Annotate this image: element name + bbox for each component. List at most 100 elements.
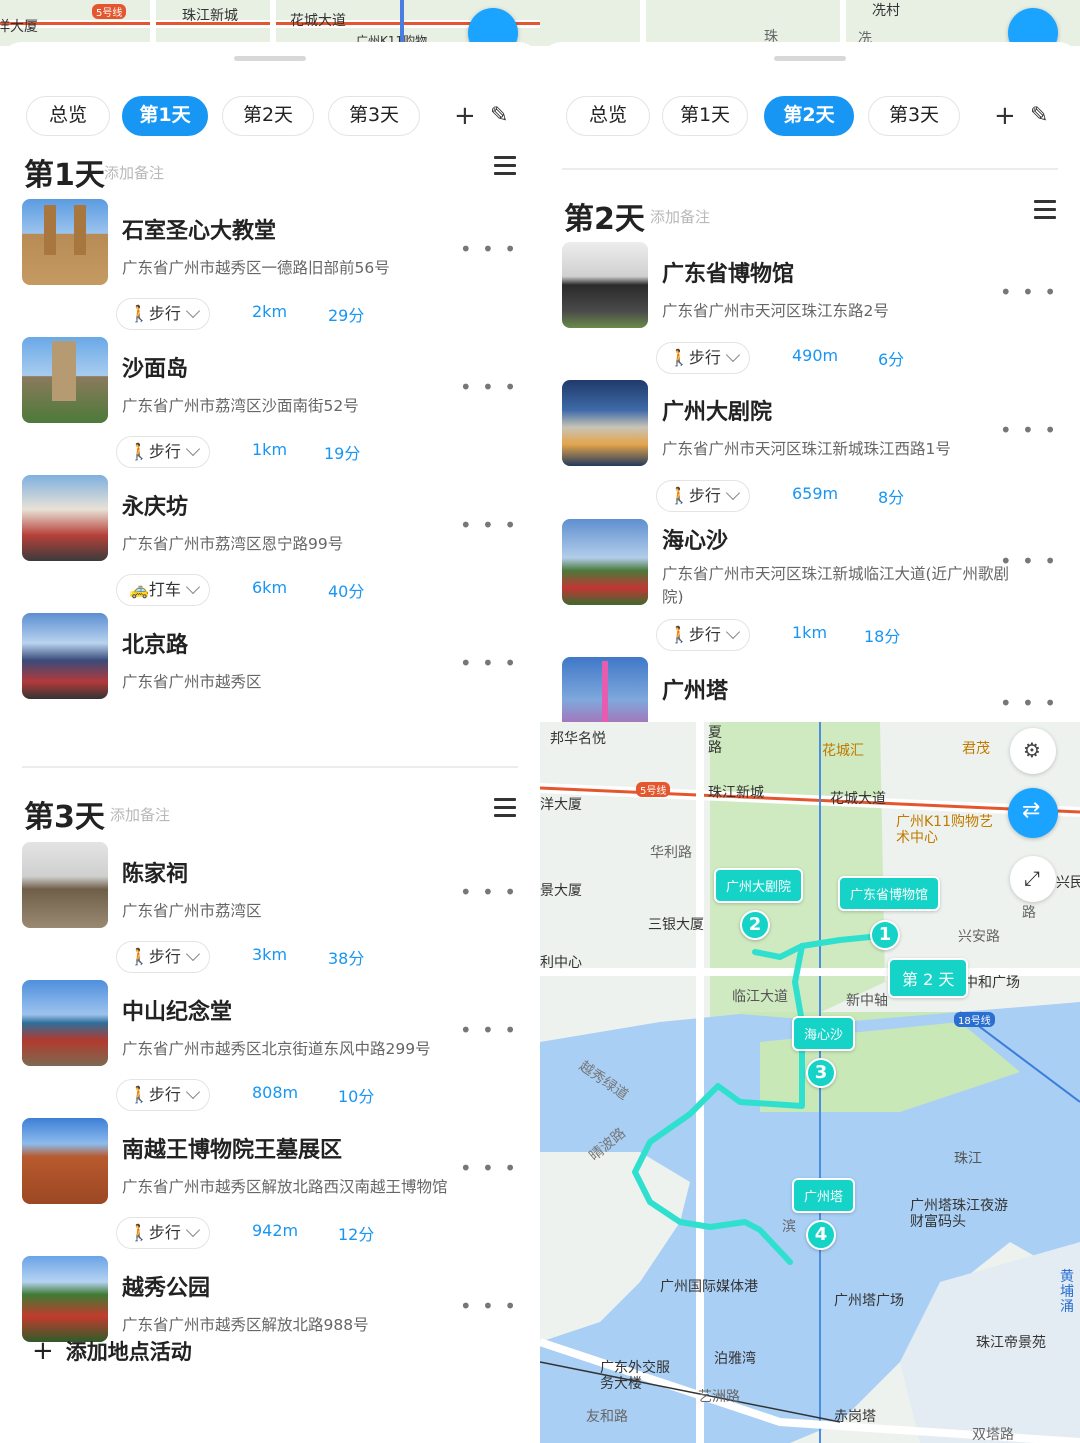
poi-item[interactable]: 北京路 广东省广州市越秀区 • • • [22,613,518,703]
add-note[interactable]: 添加备注 [110,804,170,825]
poi-name: 广东省博物馆 [662,262,795,287]
poi-photo [22,1256,108,1342]
top-map-right[interactable]: 冼村 珠 冼 [540,0,1080,46]
map-label: 珠江帝景苑 [976,1335,1046,1351]
poi-bubble-canton-tower[interactable]: 广州塔 [792,1178,856,1213]
poi-item[interactable]: 沙面岛 广东省广州市荔湾区沙面南街52号 • • • [22,337,518,427]
tab-day3[interactable]: 第3天 [328,96,420,136]
transport-row: 🚶步行 1km 19分 [116,436,416,468]
tab-day2[interactable]: 第2天 [222,96,314,136]
poi-item[interactable]: 广州塔 • • • [562,657,1058,722]
day-tabs: 总览 第1天 第2天 第3天 + ✎ [566,96,1060,136]
day-label-bubble[interactable]: 第 2 天 [888,958,969,998]
poi-name: 海心沙 [662,529,729,554]
route-button[interactable]: ⇄ [1008,788,1058,838]
more-icon[interactable]: • • • [460,880,518,904]
route-button[interactable] [468,8,518,46]
route-button[interactable] [1008,8,1058,46]
menu-icon[interactable] [494,798,516,818]
transport-mode-select[interactable]: 🚶步行 [116,298,210,330]
transport-mode-select[interactable]: 🚶步行 [656,342,750,374]
map-label: 新中轴 [846,993,888,1009]
map-label: 景大厦 [540,883,582,899]
map-label: 洋大厦 [540,797,582,813]
edit-icon[interactable]: ✎ [1030,102,1048,130]
add-day-icon[interactable]: + [454,102,476,130]
add-day-icon[interactable]: + [994,102,1016,130]
transport-mode-select[interactable]: 🚶步行 [656,480,750,512]
poi-bubble-museum[interactable]: 广东省博物馆 [838,876,941,911]
more-icon[interactable]: • • • [460,237,518,261]
fullscreen-button[interactable]: ⤢ [1010,856,1056,902]
more-icon[interactable]: • • • [460,651,518,675]
map-label: 泊雅湾 [714,1351,756,1367]
menu-icon[interactable] [1034,200,1056,220]
more-icon[interactable]: • • • [1000,549,1058,573]
more-icon[interactable]: • • • [460,375,518,399]
walk-icon: 🚶 [669,625,689,644]
tab-day1[interactable]: 第1天 [122,96,208,136]
edit-icon[interactable]: ✎ [490,102,508,130]
more-icon[interactable]: • • • [1000,691,1058,715]
poi-item[interactable]: 广州大剧院 广东省广州市天河区珠江新城珠江西路1号 • • • [562,380,1058,470]
plus-icon: + [32,1336,54,1366]
poi-item[interactable]: 石室圣心大教堂 广东省广州市越秀区一德路旧部前56号 • • • [22,199,518,289]
poi-item[interactable]: 广东省博物馆 广东省广州市天河区珠江东路2号 • • • [562,242,1058,332]
add-activity-button[interactable]: + 添加地点活动 [32,1336,192,1366]
poi-address: 广东省广州市越秀区 [122,673,262,691]
tab-day3[interactable]: 第3天 [868,96,960,136]
poi-bubble-haixinsha[interactable]: 海心沙 [792,1016,856,1051]
transport-mode-select[interactable]: 🚶步行 [656,619,750,651]
poi-item[interactable]: 中山纪念堂 广东省广州市越秀区北京街道东风中路299号 • • • [22,980,518,1070]
add-note[interactable]: 添加备注 [650,206,710,227]
route-pin-4[interactable]: 4 [806,1220,836,1250]
drag-handle[interactable] [774,56,846,61]
distance: 3km [252,945,288,964]
chevron-down-icon [725,485,741,501]
distance: 1km [792,623,828,642]
tab-day2[interactable]: 第2天 [764,96,854,136]
poi-bubble-grand-theatre[interactable]: 广州大剧院 [714,868,804,903]
route-icon: ⇄ [1022,798,1041,823]
more-icon[interactable]: • • • [1000,280,1058,304]
poi-item[interactable]: 陈家祠 广东省广州市荔湾区 • • • [22,842,518,932]
distance: 490m [792,346,839,365]
map-filter-button[interactable]: ⚙ [1010,728,1056,774]
map-label: 花城大道 [830,791,886,807]
walk-icon: 🚶 [129,1085,149,1104]
transport-mode-select[interactable]: 🚶步行 [116,941,210,973]
route-pin-2[interactable]: 2 [740,910,770,940]
transport-mode-select[interactable]: 🚶步行 [116,1217,210,1249]
menu-icon[interactable] [494,156,516,176]
add-note[interactable]: 添加备注 [104,162,164,183]
poi-item[interactable]: 南越王博物院王墓展区 广东省广州市越秀区解放北路西汉南越王博物馆 • • • [22,1118,518,1208]
transport-row: 🚶步行 942m 12分 [116,1217,416,1249]
transport-mode-select[interactable]: 🚶步行 [116,1079,210,1111]
poi-name: 永庆坊 [122,495,189,520]
more-icon[interactable]: • • • [460,1294,518,1318]
route-pin-3[interactable]: 3 [806,1058,836,1088]
poi-item[interactable]: 越秀公园 广东省广州市越秀区解放北路988号 • • • [22,1256,518,1346]
tab-overview[interactable]: 总览 [26,96,110,136]
tab-day1[interactable]: 第1天 [662,96,748,136]
divider [562,168,1058,170]
poi-item[interactable]: 海心沙 广东省广州市天河区珠江新城临江大道(近广州歌剧院) • • • [562,519,1058,629]
map-label: 珠江新城 [708,785,764,801]
poi-photo [22,475,108,561]
transport-mode-select[interactable]: 🚕打车 [116,574,210,606]
duration: 12分 [338,1225,375,1244]
poi-address: 广东省广州市荔湾区 [122,902,262,920]
route-pin-1[interactable]: 1 [870,920,900,950]
top-map-left[interactable]: 洋大厦 5号线 珠江新城 花城大道 广州K11购物 [0,0,540,46]
more-icon[interactable]: • • • [460,1156,518,1180]
poi-photo [22,842,108,928]
tab-overview[interactable]: 总览 [566,96,650,136]
transport-mode-select[interactable]: 🚶步行 [116,436,210,468]
drag-handle[interactable] [234,56,306,61]
poi-item[interactable]: 永庆坊 广东省广州市荔湾区恩宁路99号 • • • [22,475,518,565]
more-icon[interactable]: • • • [460,1018,518,1042]
poi-photo [562,242,648,328]
more-icon[interactable]: • • • [1000,418,1058,442]
route-map[interactable]: 邦华名悦 夏路 花城汇 君茂 洋大厦 5号线 珠江新城 花城大道 广州K11购物… [540,722,1080,1443]
more-icon[interactable]: • • • [460,513,518,537]
